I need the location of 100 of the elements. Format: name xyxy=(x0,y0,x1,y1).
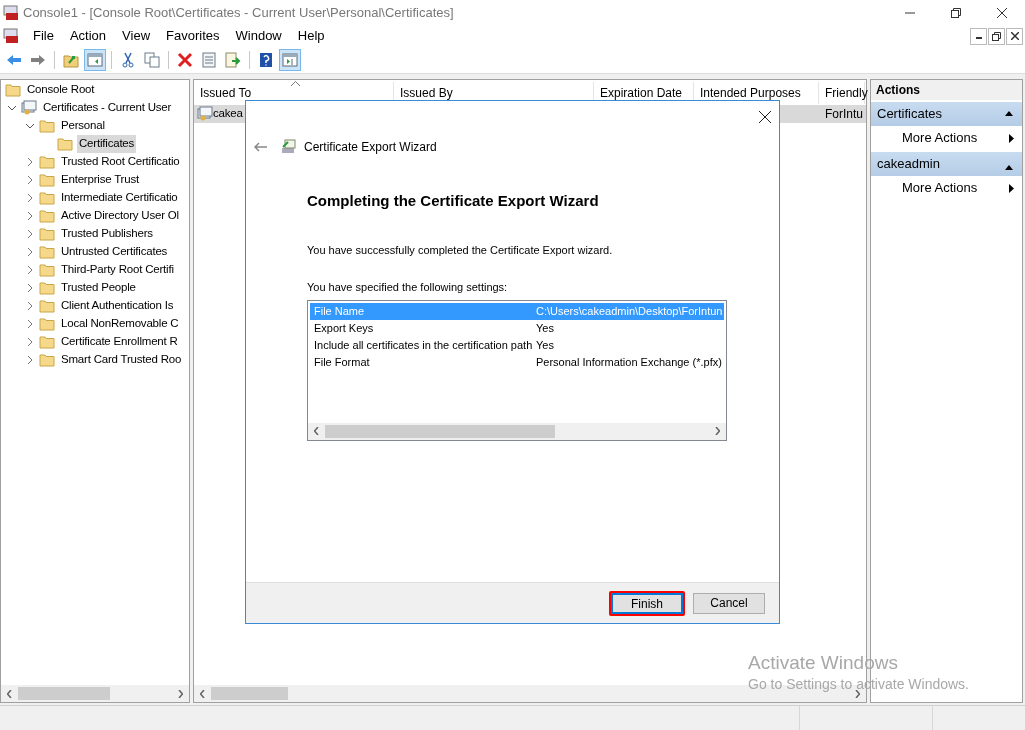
menu-item[interactable]: Help xyxy=(289,26,333,46)
tree-item[interactable]: Certificate Enrollment R xyxy=(59,333,180,351)
scroll-thumb[interactable] xyxy=(18,687,111,700)
settings-row[interactable]: Export Keys Yes xyxy=(310,319,724,337)
tree-item[interactable]: Personal xyxy=(59,117,107,135)
horizontal-scrollbar[interactable] xyxy=(308,422,726,440)
export-icon xyxy=(225,51,241,68)
collapse-chevron-icon[interactable] xyxy=(25,355,35,365)
collapse-arrow-icon[interactable] xyxy=(1005,111,1013,116)
dialog-title: Certificate Export Wizard xyxy=(304,139,437,156)
folder-icon xyxy=(39,353,55,367)
help-icon xyxy=(258,51,274,68)
document-icon[interactable] xyxy=(3,28,19,44)
submenu-arrow-icon xyxy=(1009,133,1014,143)
tree-item[interactable]: Untrusted Certificates xyxy=(59,243,170,261)
minimize-icon[interactable] xyxy=(970,27,987,45)
menu-item[interactable]: File xyxy=(25,26,62,46)
scroll-right-icon[interactable] xyxy=(855,689,860,698)
folder-icon xyxy=(39,335,55,349)
certificate-icon xyxy=(197,106,213,122)
wizard-heading: Completing the Certificate Export Wizard xyxy=(307,191,600,211)
tree-item[interactable]: Intermediate Certificatio xyxy=(59,189,180,207)
folder-icon xyxy=(39,317,55,331)
tree-item[interactable]: Certificates xyxy=(77,135,137,153)
horizontal-scrollbar[interactable] xyxy=(1,685,189,702)
tree-item[interactable]: Enterprise Trust xyxy=(59,171,141,189)
scroll-left-icon[interactable] xyxy=(7,689,12,698)
folder-icon xyxy=(39,191,55,205)
dialog-button[interactable]: Cancel xyxy=(693,592,765,614)
folder-icon xyxy=(39,209,55,223)
collapse-chevron-icon[interactable] xyxy=(25,175,35,185)
scroll-left-icon[interactable] xyxy=(200,689,205,698)
scroll-right-icon[interactable] xyxy=(715,427,720,435)
scroll-left-icon[interactable] xyxy=(314,427,319,435)
menu-item[interactable]: Favorites xyxy=(158,26,228,46)
collapse-chevron-icon[interactable] xyxy=(25,283,35,293)
pane-icon xyxy=(87,51,103,68)
folder-icon xyxy=(39,263,55,277)
folder-icon xyxy=(39,173,55,187)
tree-item[interactable]: Smart Card Trusted Roo xyxy=(59,351,184,369)
tree-item[interactable]: Trusted Root Certificatio xyxy=(59,153,182,171)
action-link[interactable]: More Actions xyxy=(902,128,1009,148)
copy-icon xyxy=(144,51,160,68)
folder-icon xyxy=(5,83,21,97)
scroll-thumb[interactable] xyxy=(211,687,288,700)
delete-icon xyxy=(177,51,193,68)
tree-item[interactable]: Console Root xyxy=(25,81,97,99)
collapse-chevron-icon[interactable] xyxy=(25,337,35,347)
folder-icon xyxy=(39,245,55,259)
expand-chevron-icon[interactable] xyxy=(7,103,17,113)
collapse-chevron-icon[interactable] xyxy=(25,211,35,221)
table-cell-text: ForIntu xyxy=(824,106,863,123)
menu-item[interactable]: Action xyxy=(61,26,115,46)
settings-label: You have specified the following settings: xyxy=(307,280,509,295)
scroll-thumb[interactable] xyxy=(325,424,556,438)
folder-icon xyxy=(57,137,73,151)
actions-group-header[interactable]: Certificates xyxy=(871,102,1022,126)
folder-icon xyxy=(39,299,55,313)
table-cell-text: cakea xyxy=(213,106,243,122)
collapse-chevron-icon[interactable] xyxy=(25,319,35,329)
collapse-chevron-icon[interactable] xyxy=(25,229,35,239)
tree-item[interactable]: Trusted Publishers xyxy=(59,225,155,243)
actions-group-header[interactable]: cakeadmin xyxy=(871,152,1022,176)
tree-item[interactable]: Certificates - Current User xyxy=(41,99,174,117)
folder-icon xyxy=(39,281,55,295)
restore-icon[interactable] xyxy=(988,27,1005,45)
close-icon[interactable] xyxy=(1006,27,1023,45)
tree-item[interactable]: Active Directory User Ol xyxy=(59,207,181,225)
certificate-icon xyxy=(21,100,37,116)
sort-caret-icon xyxy=(291,81,300,86)
properties-icon xyxy=(201,51,217,68)
tree-item[interactable]: Local NonRemovable C xyxy=(59,315,181,333)
scroll-right-icon[interactable] xyxy=(178,689,183,698)
certificate-export-icon xyxy=(280,139,298,155)
actions-title: Actions xyxy=(871,80,1022,100)
tree-item[interactable]: Third-Party Root Certifi xyxy=(59,261,176,279)
action-pane-icon xyxy=(282,51,298,68)
tree-item[interactable]: Client Authentication Is xyxy=(59,297,176,315)
scissors-icon xyxy=(120,51,136,68)
collapse-chevron-icon[interactable] xyxy=(25,301,35,311)
app-icon xyxy=(3,5,19,21)
collapse-chevron-icon[interactable] xyxy=(25,265,35,275)
window-title: Console1 - [Console Root\Certificates - Current User\Personal\Certificates] xyxy=(23,4,454,23)
collapse-arrow-icon[interactable] xyxy=(1005,165,1013,170)
collapse-chevron-icon[interactable] xyxy=(25,247,35,257)
folder-icon xyxy=(39,227,55,241)
menu-item[interactable]: View xyxy=(114,26,159,46)
close-icon[interactable] xyxy=(759,111,771,123)
back-arrow-icon[interactable] xyxy=(254,142,268,152)
dialog-button[interactable]: Finish xyxy=(611,592,683,614)
completion-message: You have successfully completed the Certificate Export wizard. xyxy=(307,242,614,258)
settings-row[interactable]: Include all certificates in the certification path Yes xyxy=(310,336,724,354)
tree-item[interactable]: Trusted People xyxy=(59,279,138,297)
folder-icon xyxy=(39,155,55,169)
expand-chevron-icon[interactable] xyxy=(25,121,35,131)
action-link[interactable]: More Actions xyxy=(902,178,1009,198)
collapse-chevron-icon[interactable] xyxy=(25,193,35,203)
collapse-chevron-icon[interactable] xyxy=(25,157,35,167)
settings-row[interactable]: File Format Personal Information Exchange (*.pfx) xyxy=(310,353,724,371)
menu-item[interactable]: Window xyxy=(227,26,290,46)
